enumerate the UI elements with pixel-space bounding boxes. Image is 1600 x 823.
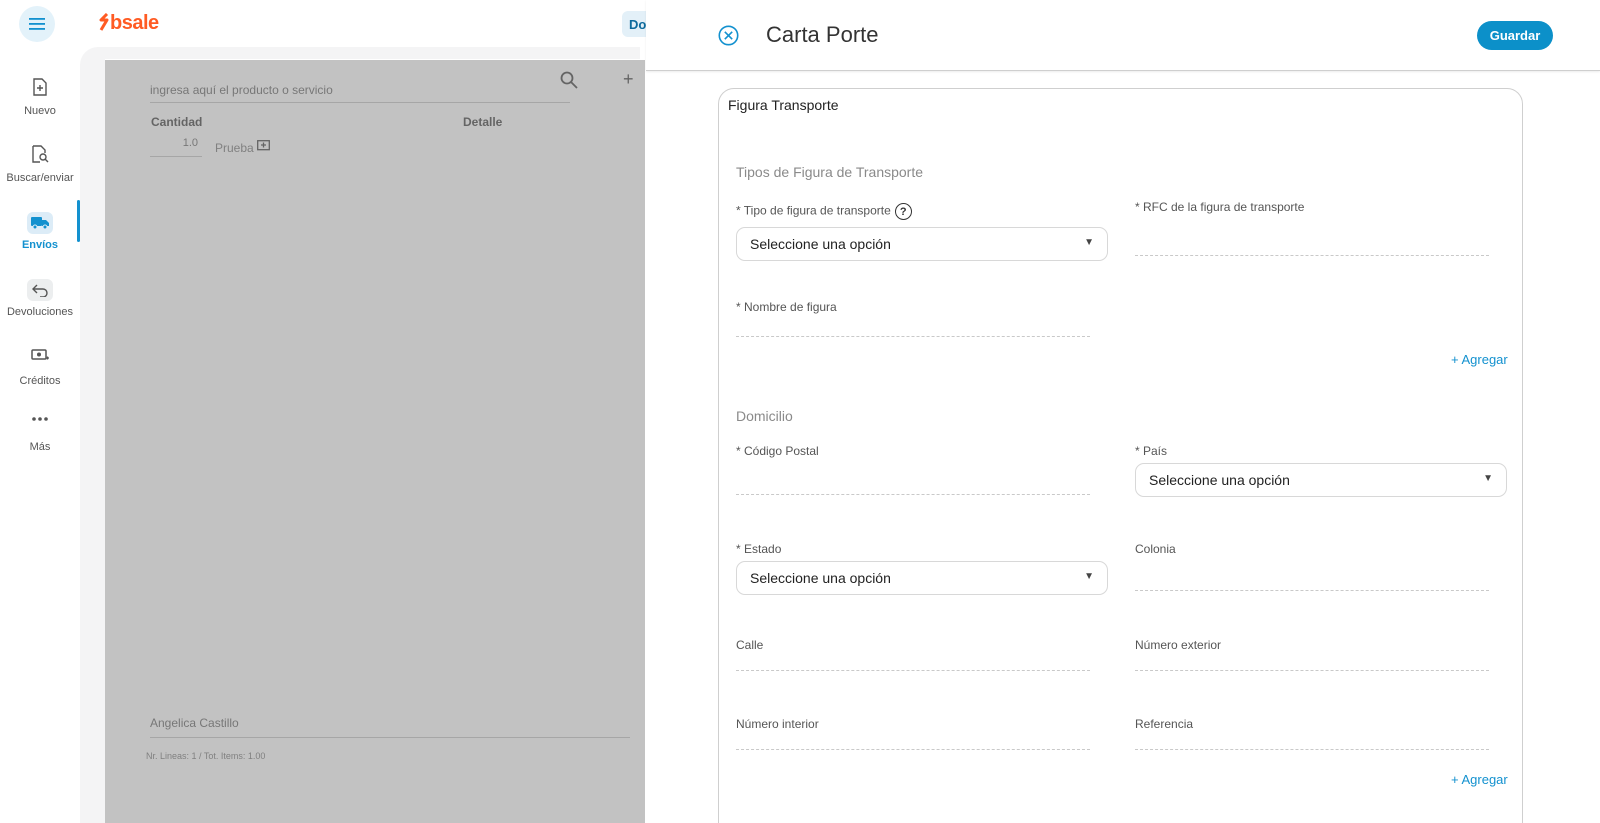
chevron-down-icon: ▼ (1084, 237, 1094, 248)
numero-exterior-input[interactable] (1135, 649, 1489, 671)
bsale-logo[interactable]: bsale (98, 12, 159, 35)
colonia-input[interactable] (1135, 569, 1489, 591)
pais-select[interactable]: Seleccione una opción ▼ (1135, 463, 1507, 497)
rfc-input[interactable] (1135, 234, 1489, 256)
hamburger-icon (29, 18, 45, 30)
add-domicilio-link[interactable]: + Agregar (1451, 772, 1508, 787)
more-dots-icon (0, 414, 80, 436)
nav-label: Envíos (21, 239, 59, 251)
estado-select-value: Seleccione una opción (750, 570, 891, 586)
cash-icon (0, 348, 80, 370)
tipo-figura-label-text: * Tipo de figura de transporte (736, 203, 891, 218)
card-title: Figura Transporte (728, 97, 839, 113)
close-icon[interactable] (718, 25, 739, 46)
return-arrow-icon (27, 279, 53, 301)
chevron-down-icon: ▼ (1084, 571, 1094, 582)
pais-select-value: Seleccione una opción (1149, 472, 1290, 488)
nav-item-envios[interactable]: Envíos (0, 200, 80, 251)
tipo-figura-select-value: Seleccione una opción (750, 236, 891, 252)
truck-icon (27, 212, 53, 234)
nav-label: Créditos (19, 375, 61, 387)
estado-label: * Estado (736, 542, 782, 556)
nombre-figura-input[interactable] (736, 315, 1090, 337)
pais-label: * País (1135, 444, 1168, 458)
logo-text: bsale (110, 12, 159, 34)
chevron-down-icon: ▼ (1483, 473, 1493, 484)
app-root: Nuevo Buscar/enviar Envíos Devoluciones (0, 0, 1600, 823)
help-icon[interactable]: ? (894, 203, 912, 220)
modal-backdrop[interactable] (105, 60, 645, 823)
nav-icon-wrap (0, 279, 80, 301)
section-domicilio: Domicilio (736, 408, 793, 424)
save-button[interactable]: Guardar (1477, 21, 1553, 50)
file-plus-icon (0, 78, 80, 100)
bsale-logo-mark-icon (99, 12, 109, 31)
tipo-figura-select[interactable]: Seleccione una opción ▼ (736, 227, 1108, 261)
nav-item-creditos[interactable]: Créditos (0, 348, 80, 387)
hamburger-menu-button[interactable] (19, 6, 55, 42)
drawer-header: Carta Porte Guardar (646, 0, 1600, 71)
file-search-icon (0, 145, 80, 167)
referencia-input[interactable] (1135, 728, 1489, 750)
add-figura-link[interactable]: + Agregar (1451, 352, 1508, 367)
estado-select[interactable]: Seleccione una opción ▼ (736, 561, 1108, 595)
figura-transporte-card: Figura Transporte Tipos de Figura de Tra… (718, 88, 1523, 823)
calle-input[interactable] (736, 649, 1090, 671)
drawer-title: Carta Porte (766, 22, 879, 47)
colonia-label: Colonia (1135, 542, 1176, 556)
tipo-figura-label: * Tipo de figura de transporte? (736, 203, 912, 220)
nav-item-mas[interactable]: Más (0, 414, 80, 453)
nav-label: Devoluciones (6, 306, 74, 318)
nav-item-devoluciones[interactable]: Devoluciones (0, 279, 80, 318)
nav-icon-wrap (0, 212, 80, 234)
nav-rail: Nuevo Buscar/enviar Envíos Devoluciones (0, 0, 80, 823)
carta-porte-drawer: Carta Porte Guardar Figura Transporte Ti… (646, 0, 1600, 823)
numero-interior-input[interactable] (736, 728, 1090, 750)
codigo-postal-label: * Código Postal (736, 444, 819, 458)
nombre-figura-label: * Nombre de figura (736, 300, 837, 314)
section-tipos-figura: Tipos de Figura de Transporte (736, 164, 924, 180)
nav-label: Nuevo (24, 105, 56, 117)
nav-item-buscar[interactable]: Buscar/enviar (0, 145, 80, 184)
nav-item-nuevo[interactable]: Nuevo (0, 78, 80, 117)
top-bar: bsale Do (80, 0, 662, 47)
codigo-postal-input[interactable] (736, 473, 1090, 495)
rfc-label: * RFC de la figura de transporte (1135, 200, 1305, 214)
nav-label: Más (29, 441, 51, 453)
nav-label: Buscar/enviar (6, 172, 74, 184)
